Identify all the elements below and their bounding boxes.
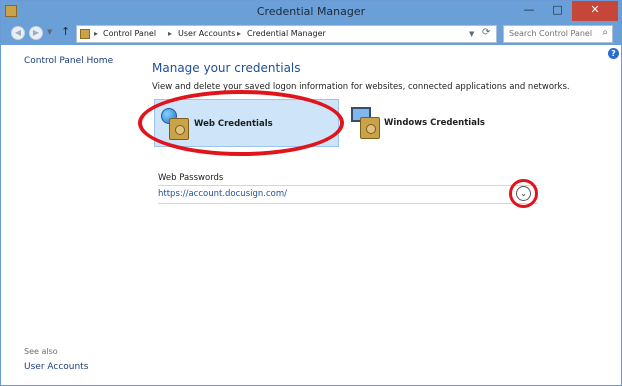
divider	[158, 185, 538, 186]
vault-icon	[360, 117, 380, 139]
user-accounts-link[interactable]: User Accounts	[24, 362, 88, 372]
maximize-button[interactable]: □	[544, 1, 571, 21]
help-icon[interactable]: ?	[608, 48, 619, 59]
close-button[interactable]: ✕	[572, 1, 618, 21]
red-annotation-circle	[509, 179, 538, 208]
recent-pages-chevron-icon[interactable]: ▼	[47, 28, 52, 36]
page-title: Manage your credentials	[152, 61, 301, 75]
search-icon[interactable]: ⌕	[602, 27, 608, 38]
folder-icon	[80, 29, 90, 39]
refresh-icon[interactable]: ⟳	[482, 27, 490, 38]
credential-manager-window: Credential Manager — □ ✕ ◀ ▶ ▼ ↑ ▸ Contr…	[0, 0, 622, 386]
address-history-chevron-icon[interactable]: ▼	[469, 30, 474, 38]
address-bar: ◀ ▶ ▼ ↑ ▸ Control Panel ▸ User Accounts …	[1, 23, 621, 45]
breadcrumb-control-panel[interactable]: Control Panel	[103, 29, 156, 38]
minimize-button[interactable]: —	[515, 1, 543, 21]
red-annotation-ellipse	[138, 90, 344, 156]
search-placeholder: Search Control Panel	[509, 29, 593, 38]
breadcrumb-user-accounts[interactable]: User Accounts	[178, 29, 235, 38]
control-panel-home-link[interactable]: Control Panel Home	[24, 56, 113, 66]
breadcrumb-credential-manager[interactable]: Credential Manager	[247, 29, 326, 38]
title-bar[interactable]: Credential Manager — □ ✕	[1, 1, 621, 23]
forward-arrow-icon[interactable]: ▶	[29, 26, 43, 40]
tab-windows-credentials-label: Windows Credentials	[384, 118, 485, 128]
divider	[158, 203, 538, 204]
breadcrumb-separator[interactable]: ▸	[94, 29, 98, 38]
web-passwords-heading: Web Passwords	[158, 173, 224, 183]
breadcrumb[interactable]: ▸ Control Panel ▸ User Accounts ▸ Creden…	[76, 25, 497, 43]
see-also-heading: See also	[24, 347, 58, 356]
list-item[interactable]: https://account.docusign.com/	[158, 187, 538, 203]
breadcrumb-separator[interactable]: ▸	[168, 29, 172, 38]
up-arrow-icon[interactable]: ↑	[61, 25, 70, 38]
tab-windows-credentials[interactable]: Windows Credentials	[346, 99, 496, 147]
credential-url[interactable]: https://account.docusign.com/	[158, 189, 287, 199]
search-input[interactable]: Search Control Panel ⌕	[503, 25, 613, 43]
breadcrumb-separator[interactable]: ▸	[237, 29, 241, 38]
back-arrow-icon[interactable]: ◀	[11, 26, 25, 40]
